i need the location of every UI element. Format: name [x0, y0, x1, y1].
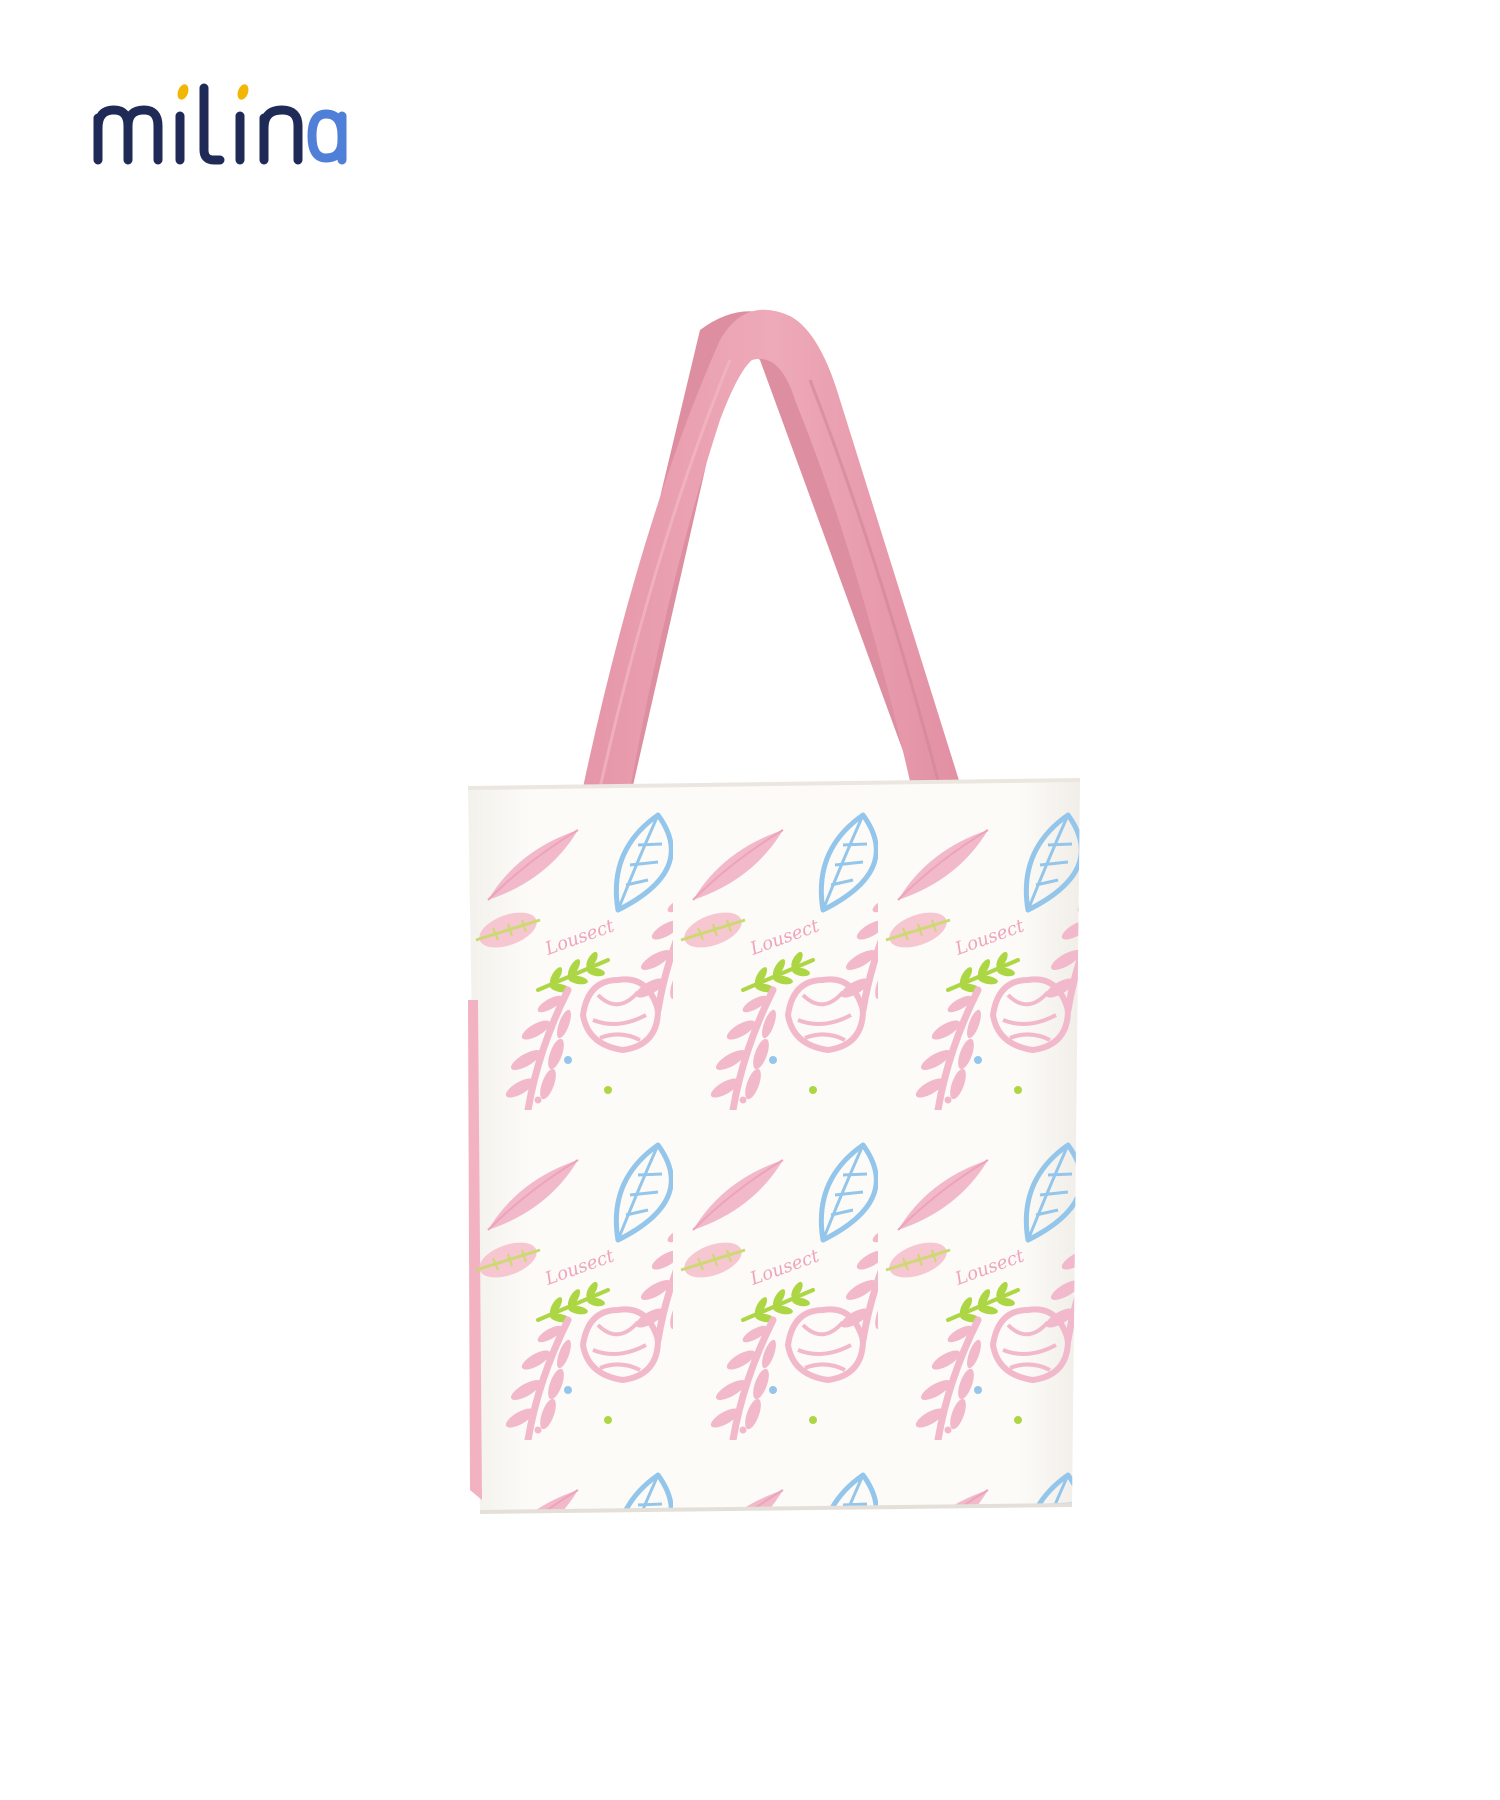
product-page: Lousect [0, 0, 1500, 1800]
tote-bag-photo: Lousect [467, 309, 1081, 1514]
